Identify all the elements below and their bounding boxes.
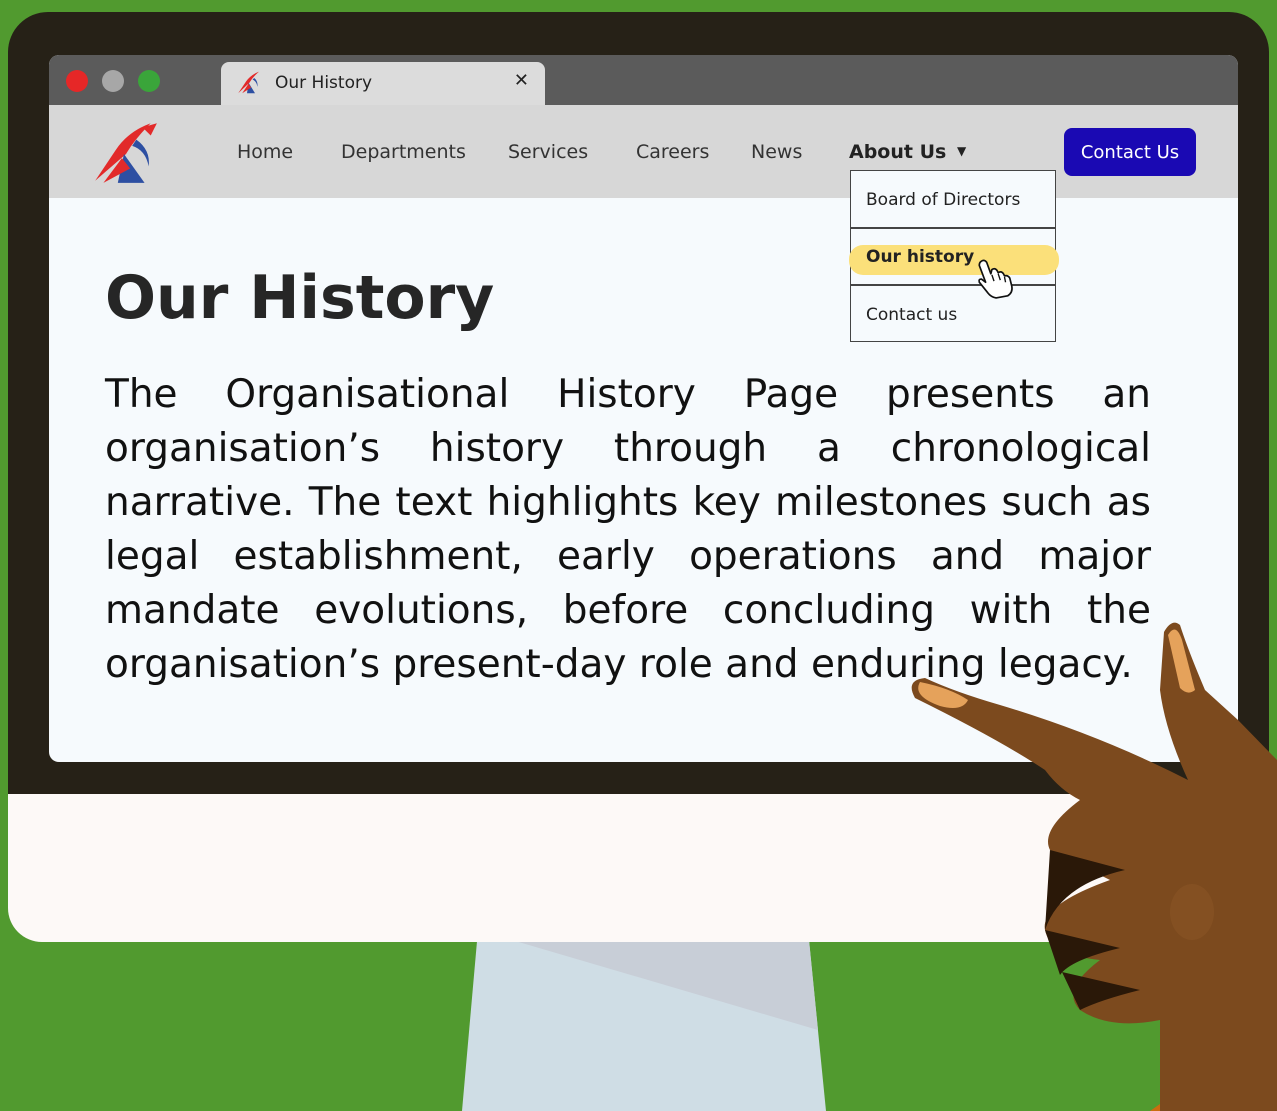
- pointing-hand-illustration: [911, 622, 1277, 1111]
